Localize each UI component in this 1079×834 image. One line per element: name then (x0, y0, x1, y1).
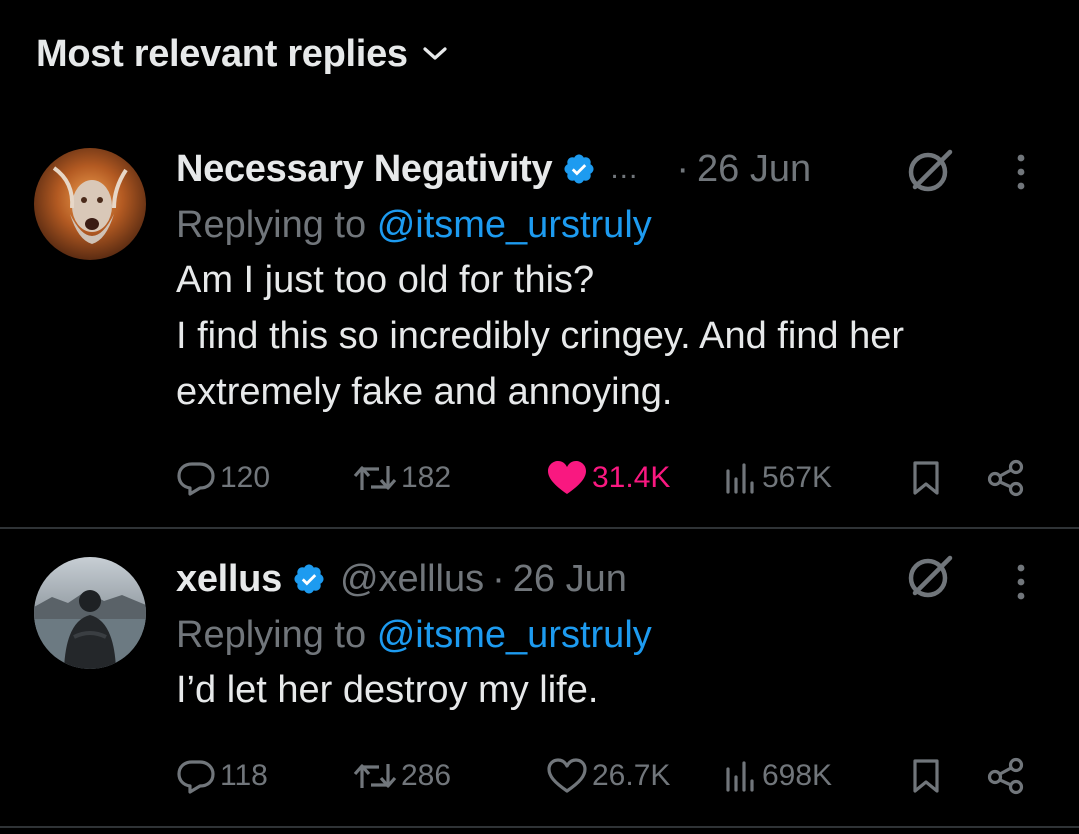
more-options-icon[interactable] (1013, 562, 1029, 607)
share-button[interactable] (986, 757, 1026, 795)
display-name[interactable]: xellus (176, 558, 282, 601)
replying-to-line: Replying to @itsme_urstruly (176, 198, 1039, 252)
divider (0, 826, 1079, 828)
separator-dot: · (492, 557, 505, 600)
grok-icon[interactable] (904, 550, 956, 607)
views-button[interactable]: 698K (724, 759, 832, 793)
retweet-button[interactable]: 182 (353, 460, 451, 496)
replying-prefix: Replying to (176, 614, 367, 656)
post-date[interactable]: 26 Jun (513, 558, 627, 601)
verified-badge-icon (562, 152, 596, 186)
retweet-count: 286 (401, 759, 452, 792)
bookmark-button[interactable] (910, 758, 942, 794)
replying-to-line: Replying to @itsme_urstruly (176, 608, 1039, 662)
divider (0, 527, 1079, 529)
avatar-image (34, 557, 146, 669)
share-button[interactable] (986, 459, 1026, 497)
retweet-icon (353, 466, 397, 490)
reply-button[interactable]: 118 (176, 758, 268, 794)
sort-replies-dropdown[interactable]: Most relevant replies (36, 30, 448, 78)
sort-label: Most relevant replies (36, 32, 408, 75)
reply-button[interactable]: 120 (176, 460, 270, 496)
action-bar: 120 182 31.4K 567K (176, 458, 1027, 498)
chevron-down-icon (423, 47, 447, 60)
display-name[interactable]: Necessary Negativity (176, 148, 553, 191)
reply-icon (177, 462, 215, 496)
heart-outline-icon (547, 758, 587, 793)
post-date[interactable]: 26 Jun (697, 148, 811, 191)
verified-badge-icon (292, 562, 326, 596)
views-button[interactable]: 567K (724, 461, 832, 495)
more-options-icon[interactable] (1013, 152, 1029, 197)
bookmark-icon (913, 759, 939, 793)
mention-link[interactable]: @itsme_urstruly (377, 204, 652, 246)
replying-prefix: Replying to (176, 204, 367, 246)
like-button[interactable]: 31.4K (546, 460, 670, 496)
heart-filled-icon (548, 461, 586, 494)
bookmark-button[interactable] (910, 460, 942, 496)
reply-count: 120 (220, 461, 271, 494)
bookmark-icon (913, 461, 939, 495)
avatar[interactable] (34, 148, 146, 260)
separator-dot: · (676, 147, 690, 190)
reply-text: I’d let her destroy my life. (176, 669, 599, 711)
action-bar: 118 286 26.7K 698K (176, 756, 1027, 796)
mention-link[interactable]: @itsme_urstruly (377, 614, 652, 656)
views-count: 567K (762, 461, 833, 494)
user-handle[interactable]: @xelllus (340, 558, 484, 601)
handle-truncated: ... (610, 152, 639, 185)
like-count: 31.4K (592, 461, 671, 494)
share-icon (987, 757, 1024, 795)
avatar-image (34, 148, 146, 260)
like-button[interactable]: 26.7K (546, 758, 670, 794)
reply-icon (177, 760, 215, 794)
like-count: 26.7K (592, 759, 671, 792)
grok-icon[interactable] (904, 144, 956, 201)
reply-card[interactable]: Necessary Negativity ... · 26 Jun Replyi… (0, 130, 1079, 526)
reply-card[interactable]: xellus @xelllus · 26 Jun Replying to @it… (0, 530, 1079, 824)
views-chart-icon (726, 463, 754, 494)
reply-text: Am I just too old for this? I find this … (176, 259, 905, 413)
share-icon (987, 459, 1024, 497)
views-count: 698K (762, 759, 833, 792)
retweet-count: 182 (401, 461, 452, 494)
retweet-button[interactable]: 286 (353, 758, 451, 794)
retweet-icon (353, 764, 397, 788)
views-chart-icon (726, 761, 754, 792)
reply-count: 118 (220, 759, 268, 792)
avatar[interactable] (34, 557, 146, 669)
